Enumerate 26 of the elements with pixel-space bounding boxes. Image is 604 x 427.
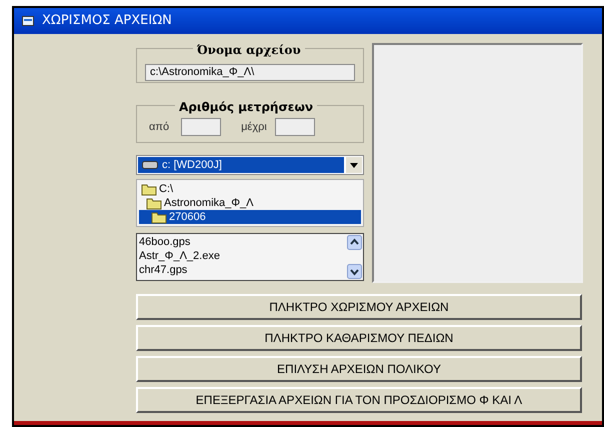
action-button[interactable]: ΕΠΙΛΥΣΗ ΑΡΧΕΙΩΝ ΠΟΛΙΚΟΥ <box>136 356 582 382</box>
to-label: μέχρι <box>241 120 267 135</box>
drive-dropdown[interactable]: c: [WD200J] <box>136 155 364 175</box>
from-field[interactable] <box>181 118 222 136</box>
action-button[interactable]: ΠΛΗΚΤΡΟ ΧΩΡΙΣΜΟΥ ΑΡΧΕΙΩΝ <box>136 294 582 320</box>
directory-item[interactable]: Astronomika_Φ_Λ <box>139 196 361 210</box>
window-title: ΧΩΡΙΣΜΟΣ ΑΡΧΕΙΩΝ <box>42 12 172 30</box>
directory-item[interactable]: C:\ <box>139 182 361 196</box>
drive-icon <box>142 161 158 169</box>
scroll-down-icon[interactable] <box>347 264 362 279</box>
drive-value: c: [WD200J] <box>162 158 222 173</box>
file-item[interactable]: 46boo.gps <box>139 235 345 249</box>
folder-icon <box>141 182 157 196</box>
action-button[interactable]: ΕΠΕΞΕΡΓΑΣΙΑ ΑΡΧΕΙΩΝ ΓΙΑ ΤΟΝ ΠΡΟΣΔΙΟΡΙΣΜΟ Φ ΚΑΙ Λ <box>136 387 582 413</box>
group-label: Αριθμός μετρήσεων <box>175 98 318 116</box>
file-name-field[interactable]: c:\Astronomika_Φ_Λ\ <box>145 64 355 80</box>
action-button[interactable]: ΠΛΗΚΤΡΟ ΚΑΘΑΡΙΣΜΟΥ ΠΕΔΙΩΝ <box>136 325 582 351</box>
file-item[interactable]: Astr_Φ_Λ_2.exe <box>139 249 345 263</box>
folder-icon <box>151 210 167 224</box>
file-item[interactable]: chr47.gps <box>139 263 345 277</box>
window-icon <box>22 16 34 26</box>
from-label: από <box>149 120 170 135</box>
directory-item[interactable]: 270606 <box>139 210 361 224</box>
scroll-up-icon[interactable] <box>347 235 362 250</box>
group-label: Όνομα αρχείου <box>193 41 305 59</box>
to-field[interactable] <box>274 118 315 136</box>
